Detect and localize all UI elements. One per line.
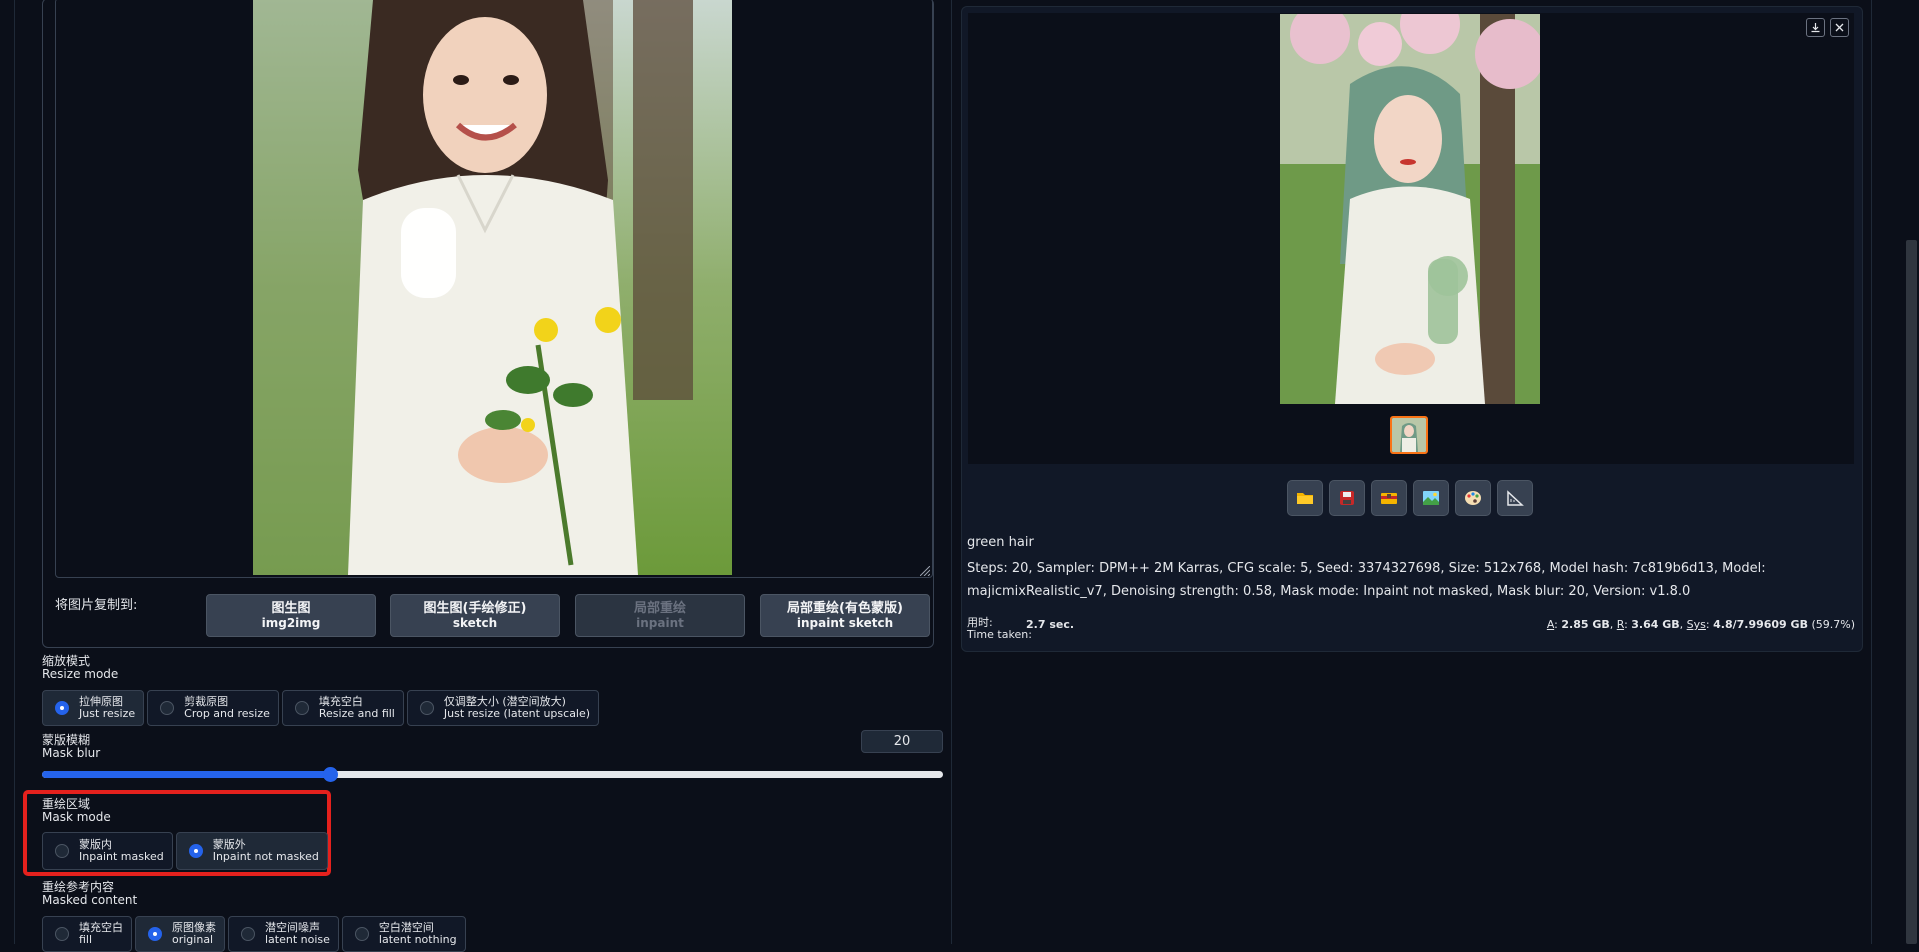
mem-sys-key: Sys	[1686, 618, 1706, 631]
output-prompt: green hair	[967, 535, 1034, 550]
image-icon	[1423, 491, 1439, 505]
radio-original[interactable]: 原图像素 original	[135, 916, 225, 952]
radio-dot[interactable]	[148, 927, 162, 941]
label-en: Time taken:	[967, 628, 1032, 641]
time-taken-value: 2.7 sec.	[1026, 618, 1075, 631]
save-icon	[1340, 491, 1354, 505]
copy-to-sketch-button[interactable]: 图生图(手绘修正) sketch	[390, 594, 560, 637]
radio-dot[interactable]	[419, 701, 434, 715]
mask-blur-number-input[interactable]: 20	[861, 730, 943, 753]
resize-mode-label: 缩放模式 Resize mode	[42, 655, 118, 681]
button-label-zh: 局部重绘	[633, 600, 686, 616]
button-label-en: inpaint sketch	[796, 615, 894, 630]
option-en: Inpaint masked	[79, 850, 164, 863]
radio-dot[interactable]	[160, 701, 175, 715]
radio-crop-and-resize[interactable]: 剪裁原图 Crop and resize	[147, 690, 279, 726]
radio-latent-noise[interactable]: 潜空间噪声 latent noise	[228, 916, 339, 952]
mask-mode-radio-group: 蒙版内 Inpaint masked 蒙版外 Inpaint not masked	[42, 832, 331, 870]
mask-blur-label: 蒙版模糊 Mask blur	[42, 734, 100, 760]
mem-sys-value: 4.8/7.99609 GB	[1713, 618, 1808, 631]
label-en: Resize mode	[42, 667, 119, 681]
page-scrollbar-thumb[interactable]	[1906, 240, 1917, 944]
radio-inpaint-not-masked[interactable]: 蒙版外 Inpaint not masked	[175, 832, 328, 870]
send-to-inpaint-button[interactable]	[1455, 480, 1491, 516]
mask-blur-slider-fill	[42, 771, 330, 778]
masked-content-radio-group: 填充空白 fill 原图像素 original 潜空间噪声 latent noise …	[42, 916, 469, 952]
option-en: Resize and fill	[318, 707, 395, 720]
output-image[interactable]	[1280, 14, 1540, 404]
input-photo[interactable]	[253, 0, 732, 575]
button-label-zh: 局部重绘(有色蒙版)	[787, 600, 903, 616]
generation-params: Steps: 20, Sampler: DPM++ 2M Karras, CFG…	[967, 561, 1766, 599]
button-label-en: sketch	[452, 615, 498, 630]
time-taken-label: 用时: Time taken:	[967, 617, 1032, 641]
copy-to-inpaint-button[interactable]: 局部重绘 inpaint	[575, 594, 745, 637]
radio-just-resize[interactable]: 拉伸原图 Just resize	[42, 690, 145, 726]
radio-dot[interactable]	[241, 927, 255, 941]
mem-a-key: A	[1546, 618, 1555, 631]
open-folder-button[interactable]	[1287, 480, 1323, 516]
button-label-en: inpaint	[636, 615, 684, 630]
radio-fill[interactable]: 填充空白 fill	[42, 916, 132, 952]
download-icon	[1811, 23, 1820, 33]
option-en: latent noise	[265, 933, 330, 946]
resize-mode-radio-group: 拉伸原图 Just resize 剪裁原图 Crop and resize 填充空白…	[42, 690, 602, 726]
copy-to-inpaint-sketch-button[interactable]: 局部重绘(有色蒙版) inpaint sketch	[760, 594, 930, 637]
palette-icon	[1465, 491, 1481, 505]
option-en: Just resize (latent upscale)	[443, 707, 591, 720]
download-button[interactable]	[1806, 18, 1825, 37]
close-button[interactable]	[1830, 18, 1849, 37]
option-en: latent nothing	[378, 933, 457, 946]
label-en: Mask blur	[42, 746, 101, 760]
radio-dot[interactable]	[55, 927, 69, 941]
folder-icon	[1297, 493, 1313, 504]
gallery-thumbnail[interactable]	[1390, 416, 1428, 454]
radio-dot[interactable]	[294, 701, 309, 715]
mem-a-value: 2.85 GB	[1561, 618, 1610, 631]
radio-dot[interactable]	[55, 844, 69, 858]
option-en: fill	[79, 933, 93, 946]
mask-mode-label: 重绘区域 Mask mode	[42, 798, 111, 824]
radio-inpaint-masked[interactable]: 蒙版内 Inpaint masked	[42, 832, 173, 870]
option-en: Crop and resize	[184, 707, 270, 720]
mem-r-value: 3.64 GB	[1631, 618, 1680, 631]
label-en: Masked content	[42, 893, 138, 907]
mem-r-key: R	[1616, 618, 1625, 631]
zip-button[interactable]	[1371, 480, 1407, 516]
mem-percent: (59.7%)	[1811, 618, 1855, 631]
save-button[interactable]	[1329, 480, 1365, 516]
label-en: Mask mode	[42, 810, 111, 824]
radio-dot[interactable]	[354, 927, 369, 941]
radio-latent-nothing[interactable]: 空白潜空间 latent nothing	[341, 916, 466, 952]
copy-to-img2img-button[interactable]: 图生图 img2img	[206, 594, 376, 637]
send-to-extras-button[interactable]	[1497, 480, 1533, 516]
radio-dot[interactable]	[55, 701, 69, 715]
radio-dot[interactable]	[188, 844, 203, 858]
option-en: Inpaint not masked	[212, 850, 319, 863]
masked-content-label: 重绘参考内容 Masked content	[42, 881, 137, 907]
option-en: original	[172, 933, 214, 946]
send-to-img2img-button[interactable]	[1413, 480, 1449, 516]
button-label-zh: 图生图	[271, 600, 311, 616]
ruler-icon	[1507, 490, 1524, 506]
button-label-zh: 图生图(手绘修正)	[423, 600, 527, 616]
right-column-border	[1871, 0, 1872, 944]
close-icon	[1835, 23, 1844, 32]
zip-icon	[1381, 493, 1397, 504]
radio-latent-upscale[interactable]: 仅调整大小 (潜空间放大) Just resize (latent upscale…	[406, 690, 600, 726]
copy-to-label: 将图片复制到:	[55, 598, 138, 613]
button-label-en: img2img	[261, 615, 321, 630]
resize-handle[interactable]	[919, 565, 931, 577]
column-divider	[951, 0, 952, 944]
memory-stats: A: 2.85 GB, R: 3.64 GB, Sys: 4.8/7.99609…	[1546, 618, 1855, 631]
mask-blur-slider-thumb[interactable]	[323, 767, 338, 782]
radio-resize-and-fill[interactable]: 填充空白 Resize and fill	[281, 690, 404, 726]
left-column-border	[14, 0, 15, 944]
option-en: Just resize	[79, 707, 136, 720]
